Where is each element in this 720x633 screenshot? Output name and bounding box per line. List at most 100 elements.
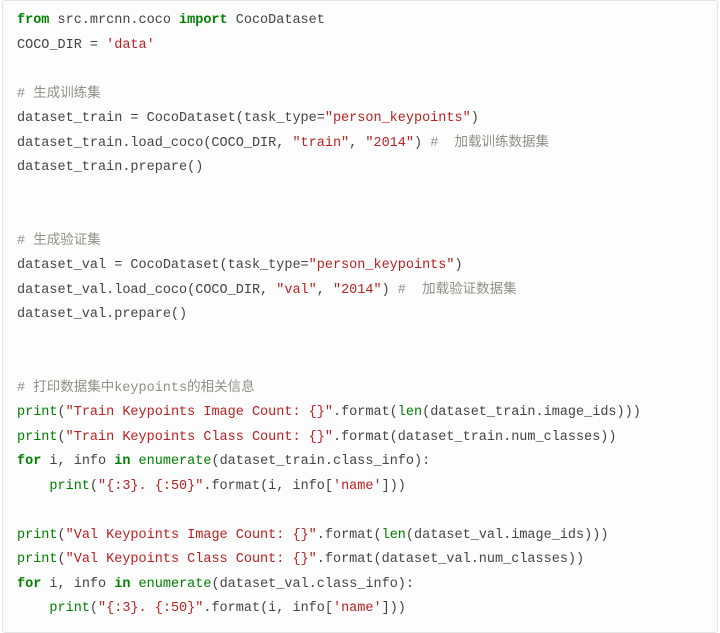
code-line-blank bbox=[17, 499, 703, 524]
comment: # 生成训练集 bbox=[17, 87, 101, 102]
code-text: .format( bbox=[333, 405, 398, 420]
code-line: dataset_train = CocoDataset(task_type="p… bbox=[17, 107, 703, 132]
code-line-blank bbox=[17, 352, 703, 377]
code-text: .format(dataset_train.num_classes)) bbox=[333, 430, 617, 445]
code-line: for i, info in enumerate(dataset_train.c… bbox=[17, 450, 703, 475]
code-text: ( bbox=[58, 430, 66, 445]
comment: # 加载训练数据集 bbox=[430, 136, 549, 151]
indent bbox=[17, 479, 49, 494]
code-text: .format( bbox=[317, 528, 382, 543]
code-text: , bbox=[349, 136, 365, 151]
string-literal: "{:3}. {:50}" bbox=[98, 479, 203, 494]
code-line: print("Val Keypoints Image Count: {}".fo… bbox=[17, 524, 703, 549]
string-literal: "person_keypoints" bbox=[309, 258, 455, 273]
string-literal: "train" bbox=[292, 136, 349, 151]
code-text: ( bbox=[90, 479, 98, 494]
string-literal: "Train Keypoints Image Count: {}" bbox=[66, 405, 333, 420]
keyword-for: for bbox=[17, 577, 41, 592]
code-line-blank bbox=[17, 58, 703, 83]
code-text: (dataset_val.image_ids))) bbox=[406, 528, 609, 543]
code-line: dataset_val = CocoDataset(task_type="per… bbox=[17, 254, 703, 279]
keyword-for: for bbox=[17, 454, 41, 469]
code-line: dataset_train.load_coco(COCO_DIR, "train… bbox=[17, 132, 703, 157]
code-text: ) bbox=[454, 258, 462, 273]
code-line: # 生成验证集 bbox=[17, 230, 703, 255]
code-line: print("{:3}. {:50}".format(i, info['name… bbox=[17, 597, 703, 622]
string-literal: "person_keypoints" bbox=[325, 111, 471, 126]
code-line: dataset_train.prepare() bbox=[17, 156, 703, 181]
builtin-len: len bbox=[382, 528, 406, 543]
code-text: ])) bbox=[382, 601, 406, 616]
comment: # 打印数据集中keypoints的相关信息 bbox=[17, 381, 255, 396]
code-text: , bbox=[317, 283, 333, 298]
code-text: .format(i, info[ bbox=[203, 479, 333, 494]
code-text: (dataset_train.class_info): bbox=[211, 454, 430, 469]
code-text: dataset_val = CocoDataset(task_type= bbox=[17, 258, 309, 273]
code-line: print("Train Keypoints Image Count: {}".… bbox=[17, 401, 703, 426]
builtin-enumerate: enumerate bbox=[139, 454, 212, 469]
code-line: print("{:3}. {:50}".format(i, info['name… bbox=[17, 475, 703, 500]
string-literal: "2014" bbox=[365, 136, 414, 151]
code-text: (dataset_val.class_info): bbox=[211, 577, 414, 592]
code-text: ) bbox=[382, 283, 398, 298]
keyword-in: in bbox=[114, 454, 130, 469]
builtin-print: print bbox=[17, 552, 58, 567]
string-literal: "Train Keypoints Class Count: {}" bbox=[66, 430, 333, 445]
comment: # 加载验证数据集 bbox=[398, 283, 517, 298]
string-literal: 'name' bbox=[333, 601, 382, 616]
code-text: dataset_train.load_coco(COCO_DIR, bbox=[17, 136, 292, 151]
module-path: src.mrcnn.coco bbox=[49, 13, 179, 28]
string-literal: "2014" bbox=[333, 283, 382, 298]
builtin-print: print bbox=[49, 601, 90, 616]
code-text: ( bbox=[58, 528, 66, 543]
code-text: dataset_train = CocoDataset(task_type= bbox=[17, 111, 325, 126]
code-line: from src.mrcnn.coco import CocoDataset bbox=[17, 9, 703, 34]
keyword-in: in bbox=[114, 577, 130, 592]
code-line: dataset_val.prepare() bbox=[17, 303, 703, 328]
assignment: COCO_DIR = bbox=[17, 38, 106, 53]
code-text: (dataset_train.image_ids))) bbox=[422, 405, 641, 420]
code-text: .format(i, info[ bbox=[203, 601, 333, 616]
code-line: print("Val Keypoints Class Count: {}".fo… bbox=[17, 548, 703, 573]
code-text: ( bbox=[58, 405, 66, 420]
builtin-print: print bbox=[17, 528, 58, 543]
code-text bbox=[130, 577, 138, 592]
keyword-import: import bbox=[179, 13, 228, 28]
code-line: for i, info in enumerate(dataset_val.cla… bbox=[17, 573, 703, 598]
builtin-print: print bbox=[17, 405, 58, 420]
code-line: # 打印数据集中keypoints的相关信息 bbox=[17, 377, 703, 402]
code-text: i, info bbox=[41, 454, 114, 469]
builtin-print: print bbox=[49, 479, 90, 494]
code-line-blank bbox=[17, 181, 703, 206]
builtin-len: len bbox=[398, 405, 422, 420]
code-text: ( bbox=[58, 552, 66, 567]
code-text: ( bbox=[90, 601, 98, 616]
code-text bbox=[130, 454, 138, 469]
code-line-blank bbox=[17, 328, 703, 353]
indent bbox=[17, 601, 49, 616]
code-line: dataset_val.load_coco(COCO_DIR, "val", "… bbox=[17, 279, 703, 304]
code-line: print("Train Keypoints Class Count: {}".… bbox=[17, 426, 703, 451]
code-text: dataset_val.load_coco(COCO_DIR, bbox=[17, 283, 276, 298]
string-literal: "{:3}. {:50}" bbox=[98, 601, 203, 616]
keyword-from: from bbox=[17, 13, 49, 28]
string-literal: 'name' bbox=[333, 479, 382, 494]
code-content: from src.mrcnn.coco import CocoDatasetCO… bbox=[17, 9, 703, 622]
code-text: .format(dataset_val.num_classes)) bbox=[317, 552, 584, 567]
string-literal: 'data' bbox=[106, 38, 155, 53]
code-text: ) bbox=[471, 111, 479, 126]
code-block: from src.mrcnn.coco import CocoDatasetCO… bbox=[2, 0, 718, 633]
builtin-enumerate: enumerate bbox=[139, 577, 212, 592]
string-literal: "Val Keypoints Image Count: {}" bbox=[66, 528, 317, 543]
class-name: CocoDataset bbox=[228, 13, 325, 28]
string-literal: "Val Keypoints Class Count: {}" bbox=[66, 552, 317, 567]
code-text: ])) bbox=[382, 479, 406, 494]
string-literal: "val" bbox=[276, 283, 317, 298]
code-line: # 生成训练集 bbox=[17, 83, 703, 108]
code-text: ) bbox=[414, 136, 430, 151]
comment: # 生成验证集 bbox=[17, 234, 101, 249]
code-text: i, info bbox=[41, 577, 114, 592]
code-line-blank bbox=[17, 205, 703, 230]
builtin-print: print bbox=[17, 430, 58, 445]
code-line: COCO_DIR = 'data' bbox=[17, 34, 703, 59]
